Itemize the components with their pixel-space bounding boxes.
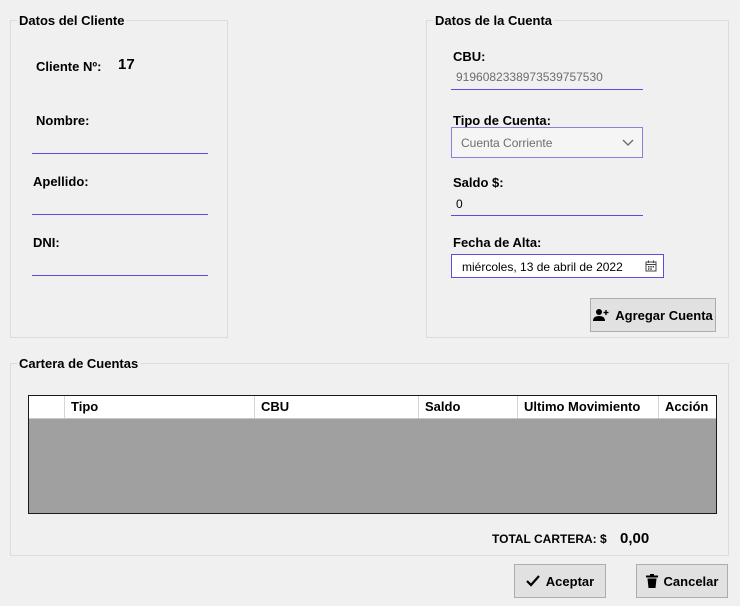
saldo-value: 0	[456, 197, 463, 211]
column-header-cbu[interactable]: CBU	[255, 396, 419, 418]
nombre-label: Nombre:	[36, 113, 90, 128]
cliente-numero-label: Cliente Nº:	[36, 59, 102, 74]
cbu-input[interactable]	[451, 89, 643, 90]
trash-icon	[645, 574, 658, 588]
saldo-input[interactable]	[451, 215, 643, 216]
tipo-cuenta-label: Tipo de Cuenta:	[453, 113, 551, 128]
cliente-group-title: Datos del Cliente	[17, 13, 127, 28]
total-cartera-label: TOTAL CARTERA: $	[492, 532, 607, 546]
agregar-cuenta-label: Agregar Cuenta	[615, 307, 713, 323]
cuenta-group-title: Datos de la Cuenta	[433, 13, 555, 28]
column-header-accion[interactable]: Acción	[659, 396, 716, 418]
cartera-group-title: Cartera de Cuentas	[17, 356, 141, 371]
dni-input[interactable]	[32, 275, 208, 276]
fecha-alta-label: Fecha de Alta:	[453, 235, 542, 250]
check-icon	[526, 575, 540, 587]
row-header-column	[29, 396, 65, 418]
aceptar-button[interactable]: Aceptar	[514, 564, 606, 598]
tipo-cuenta-select[interactable]: Cuenta Corriente	[451, 127, 643, 158]
apellido-input[interactable]	[32, 214, 208, 215]
saldo-label: Saldo $:	[453, 175, 504, 190]
table-header: Tipo CBU Saldo Ultimo Movimiento Acción	[29, 396, 716, 419]
fecha-alta-value: miércoles, 13 de abril de 2022	[462, 260, 623, 274]
nombre-input[interactable]	[32, 153, 208, 154]
total-cartera-value: 0,00	[620, 530, 650, 547]
column-header-ultimo-movimiento[interactable]: Ultimo Movimiento	[518, 396, 659, 418]
column-header-tipo[interactable]: Tipo	[65, 396, 255, 418]
cbu-value: 9196082338973539757530	[456, 70, 603, 84]
apellido-label: Apellido:	[33, 174, 89, 189]
cbu-label: CBU:	[453, 49, 486, 64]
cuentas-table[interactable]: Tipo CBU Saldo Ultimo Movimiento Acción	[28, 395, 717, 514]
fecha-alta-picker[interactable]: miércoles, 13 de abril de 2022	[451, 254, 664, 278]
dni-label: DNI:	[33, 235, 60, 250]
tipo-cuenta-value: Cuenta Corriente	[461, 136, 553, 150]
add-user-icon	[593, 309, 609, 321]
cancelar-button[interactable]: Cancelar	[636, 564, 728, 598]
column-header-saldo[interactable]: Saldo	[419, 396, 518, 418]
aceptar-label: Aceptar	[545, 573, 595, 589]
cliente-numero-value: 17	[118, 56, 135, 73]
agregar-cuenta-button[interactable]: Agregar Cuenta	[590, 298, 716, 332]
cancelar-label: Cancelar	[663, 573, 719, 589]
chevron-down-icon	[622, 139, 634, 146]
calendar-icon[interactable]	[645, 260, 657, 272]
